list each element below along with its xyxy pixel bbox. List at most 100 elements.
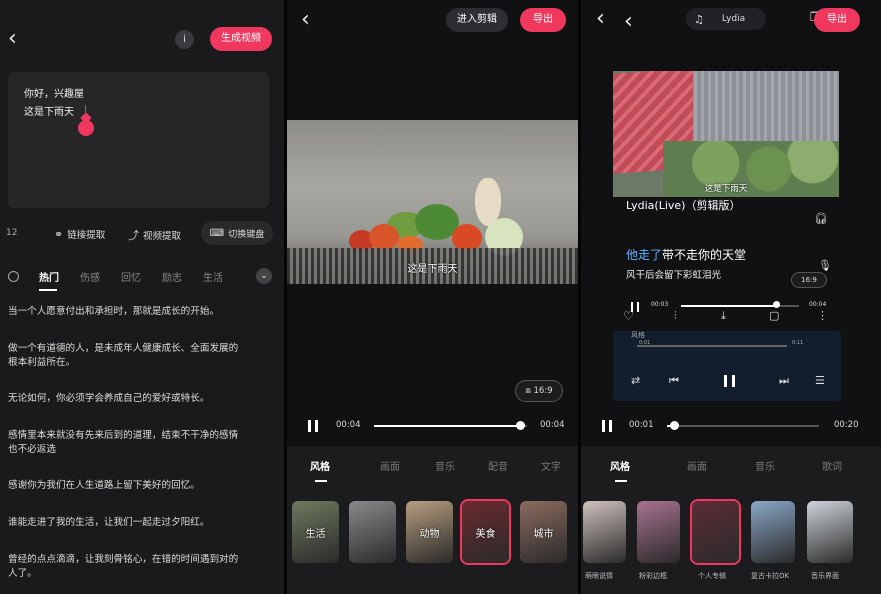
export-button[interactable]: 导出 [814, 8, 860, 32]
progress-knob[interactable] [516, 421, 526, 430]
tab-music[interactable]: 音乐 [755, 458, 775, 473]
next-icon[interactable]: ⏭︎ [779, 374, 789, 388]
mini-lyric-time-start: 0:01 [639, 340, 651, 346]
tab-hot[interactable]: 热门 [39, 269, 59, 284]
playback-bar: 00:01 00:20 [581, 416, 881, 436]
tab-sad[interactable]: 伤感 [80, 269, 100, 284]
search-icon[interactable] [8, 270, 19, 282]
style-card-plain[interactable] [349, 501, 396, 563]
repeat-icon[interactable]: ⇄ [631, 374, 640, 387]
tab-dubbing[interactable]: 配音 [488, 458, 508, 473]
tab-music[interactable]: 音乐 [435, 458, 455, 473]
generate-video-button[interactable]: 生成视频 [210, 27, 272, 51]
style-thumb [637, 501, 680, 563]
current-time: 00:01 [629, 420, 654, 430]
active-tab-indicator [315, 480, 327, 482]
equalizer-icon[interactable]: ⫶ [674, 309, 677, 323]
back-icon[interactable]: ‹ [596, 8, 605, 30]
list-item[interactable]: 无论如何，你必须学会养成自己的爱好或特长。 [8, 392, 209, 406]
back-icon[interactable]: ‹ [8, 28, 17, 50]
list-item[interactable]: 做一个有道德的人，是未成年人健康成长、全面发展的 根本利益所在。 [8, 342, 238, 370]
caret-handle-icon[interactable] [78, 120, 94, 136]
video-preview[interactable]: 这是下雨天 [287, 120, 578, 284]
tab-life[interactable]: 生活 [203, 269, 223, 284]
mini-progress-knob[interactable] [773, 301, 780, 308]
tab-style[interactable]: 风格 [610, 458, 630, 473]
keyboard-label: 切换键盘 [228, 229, 265, 240]
style-card-food[interactable]: 美食 [460, 499, 511, 565]
style-card-animal[interactable]: 动物 [406, 501, 453, 563]
list-item[interactable]: 曾经的点点滴滴，让我刻骨铭心，在错的时间遇到对的 人了。 [8, 553, 238, 581]
info-icon[interactable]: i [175, 30, 194, 49]
list-item[interactable]: 感谢你为我们在人生道路上留下美好的回忆。 [8, 479, 200, 493]
tab-memory[interactable]: 回忆 [121, 269, 141, 284]
switch-keyboard-button[interactable]: ⌨ 切换键盘 [201, 221, 273, 245]
style-label: 萌眼说情 [585, 572, 613, 580]
style-card-music-ui[interactable] [807, 501, 853, 563]
phrase-category-tabs: 热门 伤感 回忆 励志 生活 ⌄ [0, 262, 284, 290]
pause-icon[interactable] [602, 420, 612, 432]
edit-options-sheet: 风格 画面 音乐 歌词 萌眼说情 粉彩边框 个人专辑 复古卡拉OK 音乐界面 [581, 446, 881, 594]
list-item[interactable]: 谁能走进了我的生活，让我们一起走过夕阳红。 [8, 516, 209, 530]
pause-icon[interactable] [308, 420, 318, 432]
list-item[interactable]: 感情里本来就没有先来后到的道理，结束不干净的感情 也不必返选 [8, 429, 238, 457]
mini-total-time: 00:04 [809, 301, 827, 308]
lyric-line-current: 他走了带不走你的天堂 [626, 248, 747, 262]
playlist-icon[interactable]: ☰ [815, 374, 825, 387]
style-label: 个人专辑 [698, 572, 726, 580]
headphones-icon[interactable]: 🎧︎ [814, 212, 828, 225]
previous-icon[interactable]: ⏮︎ [669, 374, 679, 388]
total-time: 00:20 [834, 420, 859, 430]
pause-icon[interactable] [724, 375, 735, 387]
style-thumb [751, 501, 795, 563]
tab-picture[interactable]: 画面 [380, 458, 400, 473]
mic-icon[interactable]: 🎙︎ [818, 259, 832, 272]
aspect-ratio-button[interactable]: ⧈ 16:9 [515, 380, 563, 402]
keyboard-icon: ⌨ [209, 227, 225, 239]
style-thumb [583, 501, 626, 563]
text-to-video-panel: ‹ i 生成视频 你好，兴趣屋 这是下雨天 12 ⚭ 链接提取 ⤴ 视频提取 ⌨… [0, 0, 284, 594]
tab-inspire[interactable]: 励志 [162, 269, 182, 284]
style-card-cute-eyes[interactable] [583, 501, 626, 563]
list-item[interactable]: 当一个人愿意付出和承担时，那就是成长的开始。 [8, 305, 219, 319]
style-card-life[interactable]: 生活 [292, 501, 339, 563]
style-card-album[interactable] [690, 499, 741, 565]
chevron-down-icon[interactable]: ⌄ [256, 268, 272, 284]
mini-lyric-track[interactable] [637, 345, 787, 347]
export-button[interactable]: 导出 [520, 8, 566, 32]
mini-lyric-time-end: 0:11 [792, 340, 804, 346]
download-icon[interactable]: ⤓ [721, 309, 726, 323]
music-name: Lydia [721, 14, 746, 24]
video-preview[interactable]: 这是下雨天 [613, 71, 839, 197]
back-icon[interactable]: ‹ [301, 9, 310, 31]
video-subtitle: 这是下雨天 [407, 264, 458, 275]
text-editor[interactable]: 你好，兴趣屋 这是下雨天 [8, 72, 269, 208]
style-card-city[interactable]: 城市 [520, 501, 567, 563]
tab-picture[interactable]: 画面 [687, 458, 707, 473]
style-card-karaoke[interactable] [751, 501, 795, 563]
comment-icon[interactable]: ▢ [769, 309, 779, 322]
tab-style[interactable]: 风格 [310, 458, 330, 473]
aspect-ratio-button[interactable]: 16:9 [791, 272, 827, 288]
style-thumb [692, 501, 739, 563]
tab-text[interactable]: 文字 [541, 458, 561, 473]
style-label: 音乐界面 [811, 572, 839, 580]
enter-edit-button[interactable]: 进入剪辑 [446, 8, 508, 32]
progress-track[interactable] [667, 425, 819, 427]
crop-icon: ⧈ [525, 386, 534, 396]
heart-icon[interactable]: ♡ [623, 309, 634, 323]
video-preview-panel: ‹ 进入剪辑 导出 这是下雨天 ⧈ 16:9 00:04 00:04 风格 画面… [287, 0, 578, 594]
style-label: 粉彩边框 [639, 572, 667, 580]
progress-knob[interactable] [670, 421, 680, 430]
link-icon: ⚭ [54, 227, 64, 241]
back-icon[interactable]: ‹ [624, 11, 633, 33]
style-card-pastel-border[interactable] [637, 501, 680, 563]
active-tab-indicator [615, 480, 627, 482]
link-extract-button[interactable]: ⚭ 链接提取 [54, 227, 105, 242]
mini-current-time: 00:03 [651, 301, 669, 308]
music-pill[interactable]: ♫ Lydia [686, 8, 766, 30]
video-extract-button[interactable]: ⤴ 视频提取 [128, 227, 181, 243]
more-icon[interactable]: ⋮ [817, 309, 828, 322]
tab-lyrics[interactable]: 歌词 [822, 458, 842, 473]
char-counter: 12 [6, 228, 18, 238]
